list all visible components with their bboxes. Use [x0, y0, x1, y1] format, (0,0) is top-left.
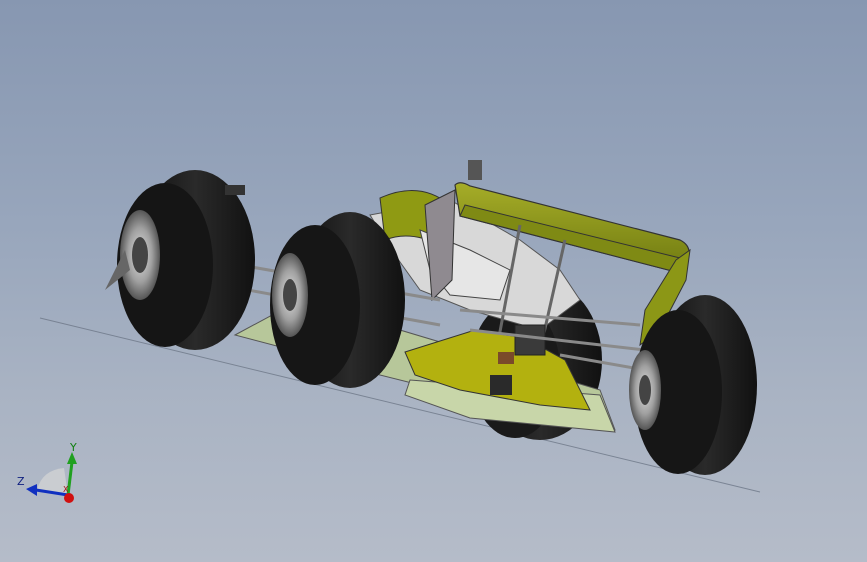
- graphics-viewport[interactable]: Y Z X: [0, 0, 867, 562]
- z-axis-label: Z: [17, 475, 25, 488]
- y-axis-arrow: [66, 452, 77, 496]
- y-axis-label: Y: [69, 441, 77, 454]
- race-car-model[interactable]: [0, 0, 867, 562]
- front-left-tire: [105, 170, 255, 350]
- airbox-camera: [225, 160, 482, 195]
- rear-left-near-tire: [270, 212, 405, 388]
- x-axis-label: X: [63, 485, 69, 494]
- tow-hook: [498, 352, 514, 364]
- x-axis-dot: [64, 493, 74, 503]
- exhaust-block: [490, 375, 512, 395]
- view-orientation-triad: Y Z X: [17, 441, 77, 503]
- rain-light: [514, 324, 546, 356]
